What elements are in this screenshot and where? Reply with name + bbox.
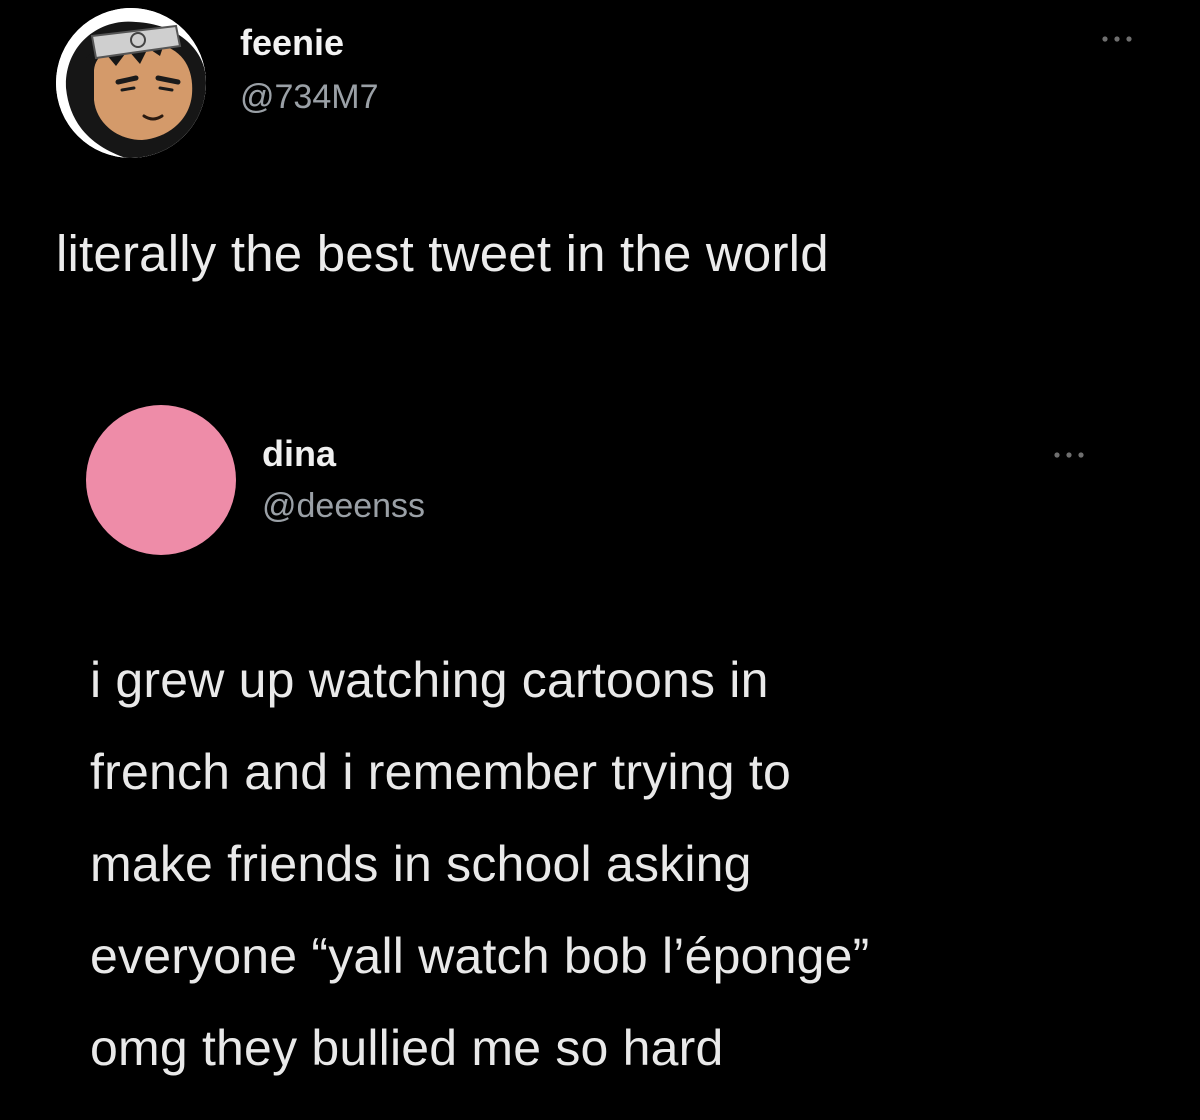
quoted-author-name[interactable]: dina xyxy=(262,433,336,475)
ellipsis-icon xyxy=(1054,452,1084,458)
quoted-author-handle[interactable]: @deeenss xyxy=(262,487,425,526)
quoted-text-line: make friends in school asking xyxy=(90,836,752,892)
quoted-text-line: omg they bullied me so hard xyxy=(90,1020,724,1076)
quoted-tweet[interactable]: dina @deeenss i grew up watching cartoon… xyxy=(0,380,1200,1120)
quoted-author-avatar[interactable] xyxy=(86,405,236,555)
author-handle[interactable]: @734M7 xyxy=(240,78,378,117)
quoted-text-line: french and i remember trying to xyxy=(90,744,791,800)
anime-character-avatar-icon xyxy=(56,8,206,158)
author-name[interactable]: feenie xyxy=(240,22,344,64)
quoted-text-line: everyone “yall watch bob l’éponge” xyxy=(90,928,870,984)
quoted-tweet-text: i grew up watching cartoons in french an… xyxy=(90,634,1150,1094)
quoted-more-options-icon[interactable] xyxy=(1044,444,1094,466)
tweet: feenie @734M7 literally the best tweet i… xyxy=(0,0,1200,1120)
quoted-text-line: i grew up watching cartoons in xyxy=(90,652,769,708)
author-avatar[interactable] xyxy=(56,8,206,158)
ellipsis-icon xyxy=(1102,36,1132,42)
tweet-text: literally the best tweet in the world xyxy=(56,225,829,282)
more-options-icon[interactable] xyxy=(1092,28,1142,50)
